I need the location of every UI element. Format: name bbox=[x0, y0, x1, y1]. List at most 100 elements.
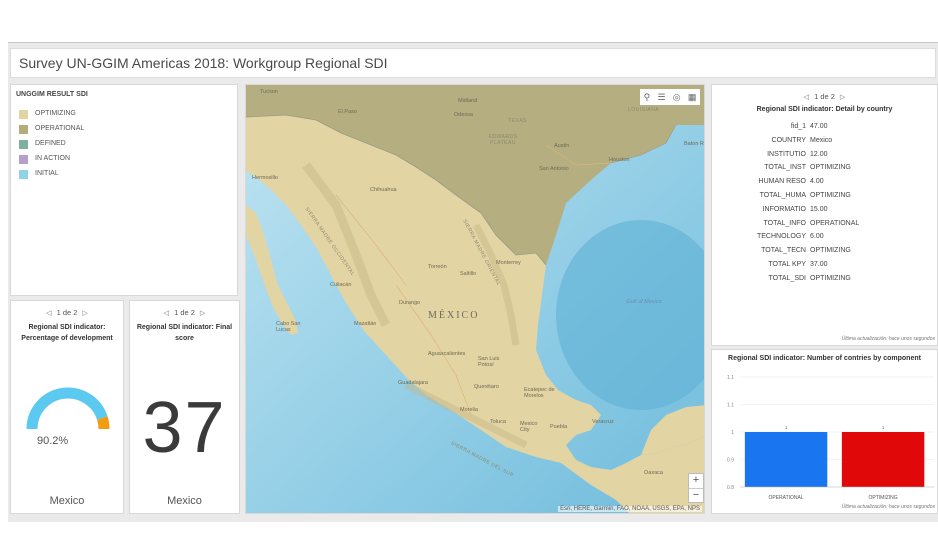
detail-field-name: INFORMATIO bbox=[762, 205, 806, 213]
map-label-state: TEXAS bbox=[508, 118, 527, 124]
map-label-city: Monterrey bbox=[496, 260, 521, 266]
detail-field-value: 12.00 bbox=[810, 150, 828, 158]
map-label-city: Hermosillo bbox=[252, 175, 278, 181]
bar bbox=[841, 432, 925, 487]
detail-field-value: 4.00 bbox=[810, 178, 824, 186]
zoom-out-button[interactable]: − bbox=[689, 488, 703, 502]
detail-row: TOTAL_HUMA OPTIMIZING bbox=[712, 192, 937, 202]
legend-title: UNGGIM RESULT SDI bbox=[16, 91, 88, 98]
zoom-control: + − bbox=[688, 473, 704, 503]
legend-label: OPERATIONAL bbox=[35, 125, 85, 132]
gauge-value: 90.2% bbox=[37, 435, 69, 447]
detail-row: TOTAL_INFO OPERATIONAL bbox=[712, 219, 937, 230]
detail-row: TOTAL_SDI OPTIMIZING bbox=[712, 274, 937, 285]
layers-icon[interactable]: ◎ bbox=[673, 92, 681, 103]
detail-field-value: OPERATIONAL bbox=[810, 219, 860, 227]
pager-label: 1 de 2 bbox=[814, 92, 835, 101]
bar-chart: 0.8 0.9 1 1.1 1.1 1 OPERATIONAL 1 OPTIMIZING bbox=[727, 375, 934, 501]
detail-row: COUNTRY Mexico bbox=[712, 136, 937, 147]
indicator-title: Regional SDI indicator: Final score bbox=[136, 324, 233, 342]
detail-row: TOTAL_INST OPTIMIZING bbox=[712, 164, 937, 174]
map-attribution: Esri, HERE, Garmin, FAO, NOAA, USGS, EPA… bbox=[558, 506, 702, 512]
map-label-city: Midland bbox=[458, 98, 478, 104]
detail-field-value: OPTIMIZING bbox=[810, 164, 851, 172]
final-score-value: 37 bbox=[142, 388, 227, 468]
detail-field-name: TECHNOLOGY bbox=[756, 233, 806, 241]
pager-label: 1 de 2 bbox=[174, 308, 195, 317]
x-tick-label: OPERATIONAL bbox=[768, 495, 803, 501]
legend-swatch bbox=[19, 110, 28, 119]
y-tick-label: 1.1 bbox=[727, 375, 734, 381]
detail-field-value: 47.00 bbox=[810, 123, 828, 130]
legend-label: OPTIMIZING bbox=[35, 110, 76, 117]
detail-field-value: 6.00 bbox=[810, 233, 824, 241]
map-label-city: San Luis Potosí bbox=[478, 356, 500, 368]
legend-swatch bbox=[19, 170, 28, 179]
pager: ◁ 1 de 2 ▷ bbox=[712, 92, 937, 101]
dashboard-title: Survey UN-GGIM Americas 2018: Workgroup … bbox=[19, 55, 388, 71]
next-arrow-icon[interactable]: ▷ bbox=[200, 309, 205, 317]
map-label-city: Aguascalientes bbox=[428, 351, 466, 357]
map-label-city: Ecatepec de Morelos bbox=[524, 387, 555, 399]
previous-arrow-icon[interactable]: ◁ bbox=[164, 309, 169, 317]
search-icon[interactable]: ⚲ bbox=[644, 92, 651, 103]
detail-field-name: TOTAL_TECN bbox=[761, 247, 806, 255]
detail-field-value: 37.00 bbox=[810, 261, 828, 268]
bar-chart-panel: Regional SDI indicator: Number of contri… bbox=[711, 349, 938, 514]
map-label-city: Culiacán bbox=[330, 282, 352, 288]
bar-data-label: 1 bbox=[882, 425, 885, 430]
map-label-city: Toluca bbox=[490, 419, 506, 425]
map-label-city: Morelia bbox=[460, 407, 479, 413]
dashboard-header: Survey UN-GGIM Americas 2018: Workgroup … bbox=[10, 48, 936, 78]
map-label-city: Guadalajara bbox=[398, 380, 428, 386]
map-label-city: San Antonio bbox=[539, 166, 569, 172]
legend-label: IN ACTION bbox=[35, 155, 71, 162]
detail-field-name: TOTAL_INFO bbox=[763, 219, 806, 227]
detail-field-value: Mexico bbox=[810, 136, 833, 144]
map-label-city: Tucson bbox=[260, 89, 278, 95]
map-label-city: Puebla bbox=[550, 424, 568, 430]
map-label-city: Odessa bbox=[454, 112, 473, 118]
y-tick-label: 1.1 bbox=[727, 403, 734, 409]
map-label-city: Austin bbox=[554, 143, 570, 149]
previous-arrow-icon[interactable]: ◁ bbox=[804, 93, 809, 101]
map-label-city: El Paso bbox=[338, 109, 357, 115]
gauge-marker bbox=[97, 416, 110, 430]
gauge-fill bbox=[26, 387, 108, 430]
y-tick-label: 1 bbox=[731, 430, 734, 436]
legend-label: DEFINED bbox=[35, 140, 66, 147]
map-label-city: Baton R bbox=[684, 141, 704, 147]
detail-field-value: OPTIMIZING bbox=[810, 192, 851, 199]
list-icon[interactable]: ☰ bbox=[657, 92, 665, 103]
detail-field-value: 15.00 bbox=[810, 205, 828, 213]
map-label-city: Cabo San Lucas bbox=[276, 321, 301, 333]
map-toolbar: ⚲ ☰ ◎ ▦ bbox=[640, 89, 700, 105]
detail-row: TOTAL_TECN OPTIMIZING bbox=[712, 247, 937, 257]
detail-field-name: TOTAL_INST bbox=[764, 164, 806, 172]
legend-swatch bbox=[19, 125, 28, 134]
y-tick-label: 0.8 bbox=[727, 485, 734, 491]
legend-label: INITIAL bbox=[35, 170, 59, 177]
final-score-panel: ◁ 1 de 2 ▷ Regional SDI indicator: Final s… bbox=[129, 300, 240, 514]
bar-data-label: 1 bbox=[785, 425, 788, 430]
detail-field-name: fid_1 bbox=[790, 123, 806, 130]
detail-field-name: INSTITUTIO bbox=[767, 150, 806, 158]
detail-field-name: TOTAL_SDI bbox=[768, 274, 806, 282]
detail-field-value: OPTIMIZING bbox=[810, 274, 851, 282]
zoom-in-button[interactable]: + bbox=[689, 474, 703, 488]
basemap-icon[interactable]: ▦ bbox=[688, 92, 697, 103]
next-arrow-icon[interactable]: ▷ bbox=[840, 93, 845, 101]
map-label-city: Houston bbox=[609, 157, 630, 163]
map-view[interactable]: Tucson El Paso Midland Odessa TEXAS EDWA… bbox=[245, 84, 705, 514]
map-label-state: LOUISIANA bbox=[628, 107, 660, 113]
map-label-city: Veracruz bbox=[592, 419, 614, 425]
detail-row: INFORMATIO 15.00 bbox=[712, 205, 937, 216]
gauge bbox=[26, 387, 110, 430]
bar bbox=[744, 432, 828, 487]
x-tick-label: OPTIMIZING bbox=[868, 495, 897, 501]
country-label: Mexico bbox=[49, 495, 85, 507]
pager: ◁ 1 de 2 ▷ bbox=[130, 308, 239, 317]
detail-field-name: HUMAN RESO bbox=[758, 178, 806, 186]
detail-panel: ◁ 1 de 2 ▷ Regional SDI indicator: Detail … bbox=[711, 84, 938, 346]
legend-panel: UNGGIM RESULT SDI OPTIMIZING OPERATIONAL… bbox=[10, 84, 238, 296]
